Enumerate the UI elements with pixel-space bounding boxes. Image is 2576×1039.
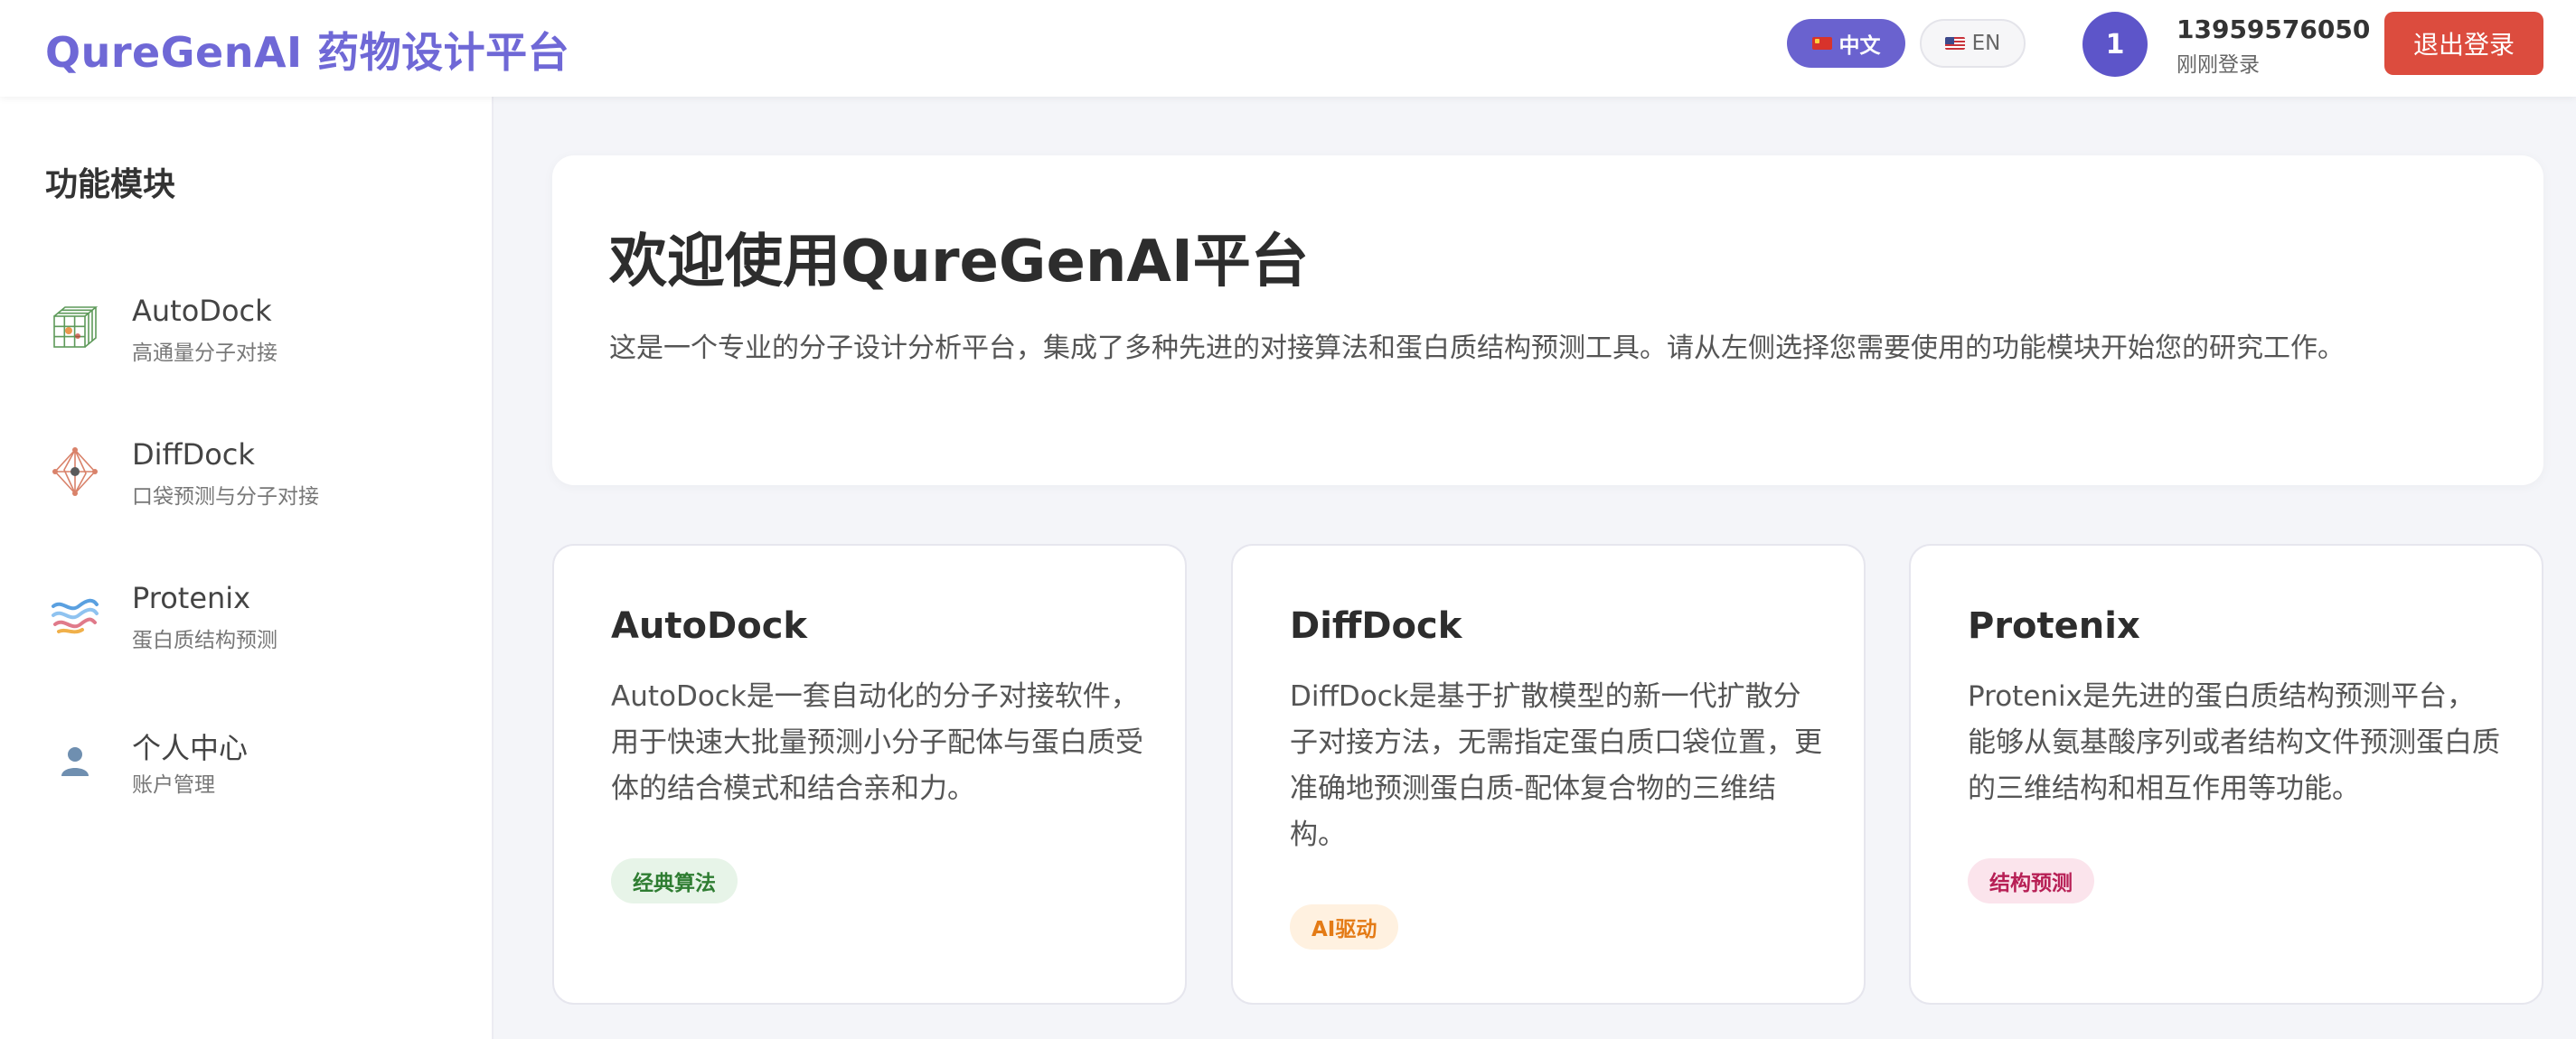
sidebar-item-sub: 蛋白质结构预测 (132, 629, 277, 652)
sidebar-item-autodock[interactable]: AutoDock 高通量分子对接 (18, 268, 475, 386)
card-description: DiffDock是基于扩散模型的新一代扩散分子对接方法，无需指定蛋白质口袋位置，… (1290, 680, 1822, 851)
card-title: Protenix (1968, 605, 2140, 647)
language-zh-button[interactable]: 中文 (1787, 19, 1905, 68)
card-description: Protenix是先进的蛋白质结构预测平台，能够从氨基酸序列或者结构文件预测蛋白… (1968, 680, 2500, 805)
sidebar-item-sub: 账户管理 (132, 773, 215, 797)
status-badge: 经典算法 (611, 858, 738, 903)
top-header: QureGenAI 药物设计平台 中文 EN 1 13959576050 刚刚登… (0, 0, 2576, 97)
language-en-label: EN (1971, 32, 2001, 55)
card-title: AutoDock (611, 605, 808, 647)
sidebar-item-label: 个人中心 (132, 731, 249, 765)
module-card-diffdock[interactable]: DiffDock DiffDock是基于扩散模型的新一代扩散分子对接方法，无需指… (1231, 544, 1866, 1005)
sidebar-item-profile[interactable]: 个人中心 账户管理 (18, 700, 475, 818)
sidebar-item-sub: 口袋预测与分子对接 (132, 485, 319, 509)
welcome-description: 这是一个专业的分子设计分析平台，集成了多种先进的对接算法和蛋白质结构预测工具。请… (609, 332, 2345, 364)
china-flag-icon (1811, 37, 1832, 50)
status-badge: 结构预测 (1968, 858, 2094, 903)
sidebar-title: 功能模块 (45, 166, 176, 203)
user-login-status: 刚刚登录 (2176, 53, 2260, 77)
user-phone: 13959576050 (2176, 14, 2371, 44)
sidebar-item-label: DiffDock (132, 437, 255, 472)
sidebar-item-label: AutoDock (132, 294, 272, 328)
sidebar-item-protenix[interactable]: Protenix 蛋白质结构预测 (18, 556, 475, 673)
avatar[interactable]: 1 (2082, 12, 2148, 77)
welcome-title: 欢迎使用QureGenAI平台 (609, 229, 1309, 295)
grid-cube-icon (50, 303, 100, 353)
sidebar-item-label: Protenix (132, 581, 251, 615)
status-badge: AI驱动 (1290, 904, 1399, 950)
card-description: AutoDock是一套自动化的分子对接软件，用于快速大批量预测小分子配体与蛋白质… (611, 680, 1143, 805)
us-flag-icon (1944, 37, 1965, 50)
user-icon (50, 735, 100, 785)
language-zh-label: 中文 (1838, 34, 1881, 58)
module-card-autodock[interactable]: AutoDock AutoDock是一套自动化的分子对接软件，用于快速大批量预测… (552, 544, 1187, 1005)
module-card-protenix[interactable]: Protenix Protenix是先进的蛋白质结构预测平台，能够从氨基酸序列或… (1909, 544, 2543, 1005)
brand-title[interactable]: QureGenAI 药物设计平台 (45, 20, 569, 80)
sidebar-item-diffdock[interactable]: DiffDock 口袋预测与分子对接 (18, 412, 475, 529)
welcome-panel: 欢迎使用QureGenAI平台 这是一个专业的分子设计分析平台，集成了多种先进的… (552, 155, 2543, 485)
protein-ribbon-icon (50, 590, 100, 641)
sidebar: 功能模块 AutoDock 高通量分子对接 DiffDock 口袋预测与分子对接… (0, 97, 494, 1039)
molecule-icon (50, 446, 100, 497)
sidebar-item-sub: 高通量分子对接 (132, 342, 277, 365)
language-en-button[interactable]: EN (1920, 19, 2026, 68)
logout-button[interactable]: 退出登录 (2384, 12, 2543, 75)
card-title: DiffDock (1290, 605, 1462, 647)
